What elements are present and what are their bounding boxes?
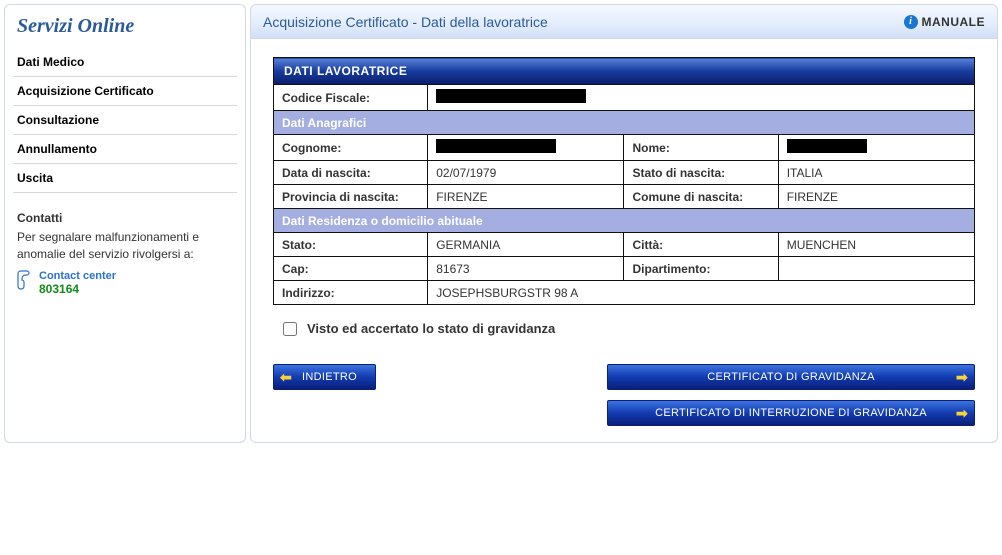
value-citta: MUENCHEN [778,233,974,257]
label-nome: Nome: [624,135,778,161]
certificato-interruzione-button[interactable]: CERTIFICATO DI INTERRUZIONE DI GRAVIDANZ… [607,400,975,426]
redacted-value [436,139,556,153]
info-icon: i [904,15,918,29]
value-stato-nascita: ITALIA [778,161,974,185]
label-comune-nascita: Comune di nascita: [624,185,778,209]
sidebar-item-uscita[interactable]: Uscita [13,164,237,193]
sidebar-item-acquisizione-certificato[interactable]: Acquisizione Certificato [13,77,237,106]
redacted-value [436,89,586,103]
label-indirizzo: Indirizzo: [274,281,428,305]
section-header-main: DATI LAVORATRICE [274,58,975,85]
contacts-description: Per segnalare malfunzionamenti e anomali… [13,225,237,264]
sidebar-item-label: Dati Medico [17,55,84,69]
value-dipartimento [778,257,974,281]
sidebar-item-label: Annullamento [17,142,97,156]
checkbox-row: Visto ed accertato lo stato di gravidanz… [273,305,975,358]
value-comune-nascita: FIRENZE [778,185,974,209]
contact-center-number: 803164 [39,282,79,296]
redacted-value [787,139,867,153]
content-area: DATI LAVORATRICE Codice Fiscale: Dati An… [251,39,997,358]
page-header: Acquisizione Certificato - Dati della la… [251,5,997,39]
arrow-left-icon: ⬅ [274,369,298,386]
main-panel: Acquisizione Certificato - Dati della la… [250,4,998,443]
certificato-gravidanza-button[interactable]: CERTIFICATO DI GRAVIDANZA ➡ [607,364,975,390]
value-nome [778,135,974,161]
section-header-anagrafici: Dati Anagrafici [274,111,975,135]
value-provincia-nascita: FIRENZE [428,185,624,209]
back-button[interactable]: ⬅ INDIETRO [273,364,376,390]
button-label: CERTIFICATO DI INTERRUZIONE DI GRAVIDANZ… [632,407,950,419]
button-label: INDIETRO [298,371,375,383]
label-codice-fiscale: Codice Fiscale: [274,85,428,111]
contacts-title: Contatti [13,211,237,225]
sidebar-item-label: Acquisizione Certificato [17,84,154,98]
phone-icon [17,270,33,293]
value-stato: GERMANIA [428,233,624,257]
arrow-right-icon: ➡ [950,369,974,386]
data-table: DATI LAVORATRICE Codice Fiscale: Dati An… [273,57,975,305]
label-provincia-nascita: Provincia di nascita: [274,185,428,209]
value-cognome [428,135,624,161]
sidebar-item-annullamento[interactable]: Annullamento [13,135,237,164]
page-title: Acquisizione Certificato - Dati della la… [263,14,548,30]
button-column-right: CERTIFICATO DI GRAVIDANZA ➡ CERTIFICATO … [607,364,975,426]
contact-center-line: Contact center 803164 [13,264,237,296]
sidebar: Servizi Online Dati Medico Acquisizione … [4,4,246,443]
label-cognome: Cognome: [274,135,428,161]
contact-center-label: Contact center [39,270,116,282]
value-indirizzo: JOSEPHSBURGSTR 98 A [428,281,975,305]
value-cap: 81673 [428,257,624,281]
manual-label: MANUALE [922,15,986,29]
contact-center-text: Contact center 803164 [39,270,116,296]
label-stato: Stato: [274,233,428,257]
label-dipartimento: Dipartimento: [624,257,778,281]
value-codice-fiscale [428,85,975,111]
section-header-residenza: Dati Residenza o domicilio abituale [274,209,975,233]
sidebar-item-label: Consultazione [17,113,99,127]
label-citta: Città: [624,233,778,257]
sidebar-item-dati-medico[interactable]: Dati Medico [13,48,237,77]
manual-link[interactable]: i MANUALE [904,15,986,29]
button-row: ⬅ INDIETRO CERTIFICATO DI GRAVIDANZA ➡ C… [251,358,997,426]
checkbox-label: Visto ed accertato lo stato di gravidanz… [307,321,555,336]
label-cap: Cap: [274,257,428,281]
arrow-right-icon: ➡ [950,405,974,422]
label-data-nascita: Data di nascita: [274,161,428,185]
label-stato-nascita: Stato di nascita: [624,161,778,185]
button-label: CERTIFICATO DI GRAVIDANZA [632,371,950,383]
checkbox-stato-gravidanza[interactable] [283,322,297,336]
sidebar-item-label: Uscita [17,171,53,185]
checkbox-wrapper[interactable]: Visto ed accertato lo stato di gravidanz… [283,321,965,336]
value-data-nascita: 02/07/1979 [428,161,624,185]
sidebar-title: Servizi Online [13,13,237,48]
sidebar-item-consultazione[interactable]: Consultazione [13,106,237,135]
